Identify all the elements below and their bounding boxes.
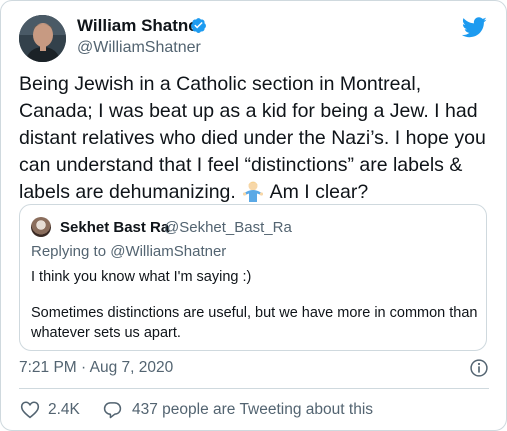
quoted-author-handle[interactable]: @Sekhet_Bast_Ra (164, 219, 292, 236)
quoted-text-line1: I think you know what I'm saying :) (31, 269, 252, 285)
twitter-bird-icon[interactable] (462, 17, 487, 38)
verified-badge-icon (191, 18, 206, 33)
tweet-text: Being Jewish in a Catholic section in Mo… (19, 71, 491, 206)
tweet-tail: Am I clear? (269, 181, 369, 203)
divider (19, 388, 489, 389)
quoted-author-name[interactable]: Sekhet Bast Ra (60, 219, 169, 236)
quoted-replying-to[interactable]: Replying to @WilliamShatner (31, 243, 226, 260)
author-handle[interactable]: @WilliamShatner (77, 39, 201, 57)
author-name[interactable]: William Shatner (77, 16, 204, 36)
like-count[interactable]: 2.4K (48, 401, 80, 419)
quoted-avatar[interactable] (31, 217, 51, 237)
author-avatar[interactable] (19, 15, 66, 62)
quoted-text-line2: Sometimes distinctions are useful, but w… (31, 305, 478, 341)
quoted-tweet[interactable]: Sekhet Bast Ra @Sekhet_Bast_Ra Replying … (19, 204, 487, 351)
reply-bubble-icon[interactable] (102, 400, 123, 420)
heart-icon[interactable] (20, 400, 40, 419)
tweeting-about-link[interactable]: 437 people are Tweeting about this (132, 401, 373, 419)
info-icon[interactable] (469, 358, 489, 378)
man-shrugging-emoji-icon (243, 181, 264, 202)
tweet-timestamp[interactable]: 7:21 PM · Aug 7, 2020 (19, 359, 173, 377)
tweet-card: William Shatner @WilliamShatner Being Je… (0, 0, 507, 431)
